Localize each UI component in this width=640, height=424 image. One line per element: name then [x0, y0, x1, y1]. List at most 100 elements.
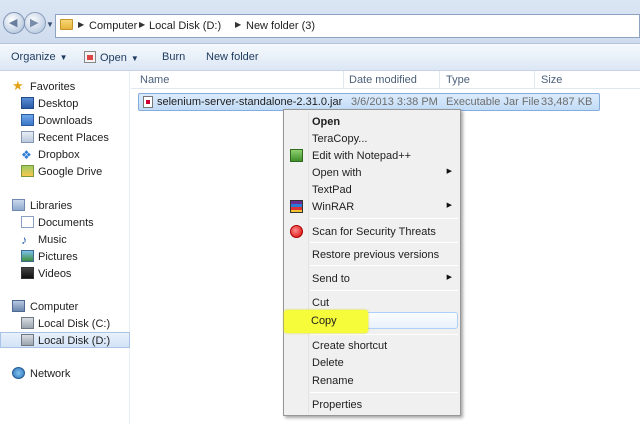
nav-desktop[interactable]: Desktop	[0, 96, 130, 112]
nav-documents-label: Documents	[38, 217, 94, 229]
menu-separator	[310, 242, 458, 243]
command-toolbar: Organize ▼ Open ▼ Burn New folder	[0, 44, 640, 71]
column-date-modified[interactable]: Date modified	[349, 74, 417, 86]
context-menu: Open TeraCopy... Edit with Notepad++ Ope…	[283, 109, 461, 416]
hard-drive-icon	[21, 317, 34, 329]
nav-computer[interactable]: Computer	[0, 299, 130, 315]
music-icon: ♪	[21, 233, 27, 247]
menu-textpad-label: TextPad	[312, 184, 352, 196]
menu-item-scan[interactable]: Scan for Security Threats	[286, 223, 458, 240]
new-folder-button[interactable]: New folder	[206, 51, 259, 63]
chevron-down-icon: ▼	[130, 54, 139, 63]
nav-local-disk-d[interactable]: Local Disk (D:)	[0, 332, 130, 348]
column-divider[interactable]	[439, 71, 440, 89]
menu-teracopy-label: TeraCopy...	[312, 133, 368, 145]
google-drive-icon	[21, 165, 34, 177]
nav-downloads-label: Downloads	[38, 115, 93, 127]
nav-local-disk-c[interactable]: Local Disk (C:)	[0, 316, 130, 332]
menu-separator	[310, 265, 458, 266]
breadcrumb-local-disk-d[interactable]: Local Disk (D:)	[149, 20, 221, 32]
nav-favorites[interactable]: ★ Favorites	[0, 78, 130, 95]
nav-documents[interactable]: Documents	[0, 215, 130, 231]
nav-google-drive-label: Google Drive	[38, 166, 103, 178]
menu-item-restore-previous[interactable]: Restore previous versions	[286, 246, 458, 263]
nav-pictures[interactable]: Pictures	[0, 249, 130, 265]
arrow-right-icon: ▶	[30, 17, 39, 29]
nav-recent-places-label: Recent Places	[38, 132, 109, 144]
menu-item-cut[interactable]: Cut	[286, 294, 458, 311]
menu-item-rename[interactable]: Rename	[286, 372, 458, 389]
menu-item-open[interactable]: Open	[286, 113, 458, 130]
navigation-pane: ★ Favorites Desktop Downloads Recent Pla…	[0, 71, 130, 424]
nav-recent-places[interactable]: Recent Places	[0, 130, 130, 146]
menu-item-delete[interactable]: Delete	[286, 354, 458, 371]
submenu-arrow-icon: ▶	[446, 274, 452, 281]
address-bar[interactable]: ▶ Computer ▶ Local Disk (D:) ▶ New folde…	[55, 14, 640, 38]
security-scan-icon	[290, 225, 303, 238]
open-button[interactable]: Open ▼	[84, 51, 139, 64]
videos-icon	[21, 267, 34, 279]
menu-item-textpad[interactable]: TextPad	[286, 181, 458, 198]
history-dropdown-icon[interactable]: ▼	[46, 20, 54, 29]
column-size[interactable]: Size	[541, 74, 562, 86]
submenu-arrow-icon: ▶	[446, 168, 452, 175]
menu-item-open-with[interactable]: Open with ▶	[286, 164, 458, 181]
jar-file-icon	[143, 96, 153, 108]
menu-copy-label[interactable]: Copy	[311, 315, 337, 327]
chevron-right-icon[interactable]: ▶	[139, 20, 145, 29]
organize-button[interactable]: Organize ▼	[11, 51, 68, 63]
column-divider[interactable]	[534, 71, 535, 89]
nav-downloads[interactable]: Downloads	[0, 113, 130, 129]
menu-send-to-label: Send to	[312, 273, 350, 285]
back-button[interactable]: ◀	[3, 12, 25, 34]
nav-local-disk-d-label: Local Disk (D:)	[38, 335, 111, 347]
menu-item-create-shortcut[interactable]: Create shortcut	[286, 337, 458, 354]
nav-desktop-label: Desktop	[38, 98, 79, 110]
nav-favorites-label: Favorites	[30, 81, 76, 93]
menu-properties-label: Properties	[312, 399, 363, 411]
nav-videos[interactable]: Videos	[0, 266, 130, 282]
submenu-arrow-icon: ▶	[446, 202, 452, 209]
breadcrumb-new-folder-3[interactable]: New folder (3)	[246, 20, 315, 32]
burn-button[interactable]: Burn	[162, 51, 185, 63]
column-name[interactable]: Name	[140, 74, 169, 86]
open-file-icon	[84, 51, 96, 63]
chevron-down-icon: ▼	[59, 53, 68, 62]
nav-local-disk-c-label: Local Disk (C:)	[38, 318, 111, 330]
breadcrumb-computer[interactable]: Computer	[89, 20, 137, 32]
menu-restore-label: Restore previous versions	[312, 249, 440, 261]
nav-google-drive[interactable]: Google Drive	[0, 164, 130, 180]
documents-icon	[21, 216, 34, 228]
chevron-right-icon[interactable]: ▶	[78, 20, 84, 29]
forward-button[interactable]: ▶	[24, 12, 46, 34]
menu-rename-label: Rename	[312, 375, 354, 387]
menu-item-send-to[interactable]: Send to ▶	[286, 270, 458, 287]
menu-item-winrar[interactable]: WinRAR ▶	[286, 198, 458, 215]
column-type[interactable]: Type	[446, 74, 470, 86]
menu-create-shortcut-label: Create shortcut	[312, 340, 388, 352]
folder-icon	[60, 19, 73, 30]
column-divider[interactable]	[343, 71, 344, 89]
desktop-icon	[21, 97, 34, 109]
menu-item-teracopy[interactable]: TeraCopy...	[286, 130, 458, 147]
winrar-icon	[290, 200, 303, 213]
menu-item-properties[interactable]: Properties	[286, 396, 458, 413]
computer-icon	[12, 300, 25, 312]
nav-music[interactable]: ♪ Music	[0, 232, 130, 248]
nav-libraries[interactable]: Libraries	[0, 198, 130, 214]
file-list-header: Name Date modified Type Size	[131, 71, 640, 89]
nav-network[interactable]: Network	[0, 366, 130, 382]
arrow-left-icon: ◀	[9, 17, 18, 29]
chevron-right-icon[interactable]: ▶	[235, 20, 241, 29]
file-name: selenium-server-standalone-2.31.0.jar	[157, 96, 343, 108]
network-icon	[12, 367, 25, 379]
menu-separator	[310, 334, 458, 335]
menu-separator	[310, 290, 458, 291]
menu-cut-label: Cut	[312, 297, 330, 309]
file-date: 3/6/2013 3:38 PM	[351, 96, 438, 108]
address-row: ◀ ▶ ▼ ▶ Computer ▶ Local Disk (D:) ▶ New…	[0, 0, 640, 44]
recent-places-icon	[21, 131, 34, 143]
pictures-icon	[21, 250, 34, 262]
nav-dropbox[interactable]: ❖ Dropbox	[0, 147, 130, 163]
menu-item-edit-notepadpp[interactable]: Edit with Notepad++	[286, 147, 458, 164]
